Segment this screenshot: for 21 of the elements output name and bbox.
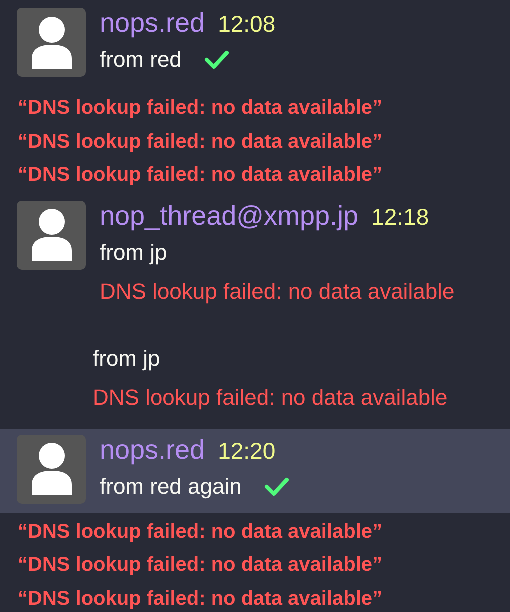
- message-text: from jp: [100, 240, 168, 266]
- error-message: “DNS lookup failed: no data available”: [18, 586, 384, 612]
- author-name: nops.red: [100, 434, 206, 466]
- error-message: “DNS lookup failed: no data available”: [18, 130, 384, 154]
- avatar-icon: [17, 434, 86, 504]
- avatar-icon: [17, 200, 86, 270]
- error-message: DNS lookup failed: no data available: [100, 278, 455, 304]
- error-message: “DNS lookup failed: no data available”: [18, 163, 384, 188]
- message-time: 12:20: [218, 438, 276, 464]
- error-message: “DNS lookup failed: no data available”: [18, 553, 384, 578]
- error-message: DNS lookup failed: no data available: [93, 384, 448, 410]
- author-name: nop_thread@xmpp.jp: [100, 200, 359, 232]
- message-text: from red again: [100, 474, 242, 500]
- message-text: from red: [100, 47, 182, 73]
- author-name: nops.red: [100, 8, 206, 39]
- error-message: “DNS lookup failed: no data available”: [18, 520, 384, 544]
- message-text: from jp: [93, 346, 160, 372]
- error-message: “DNS lookup failed: no data available”: [18, 96, 384, 121]
- message-time: 12:08: [218, 11, 276, 38]
- message-time: 12:18: [372, 204, 430, 230]
- avatar-icon: [17, 8, 86, 77]
